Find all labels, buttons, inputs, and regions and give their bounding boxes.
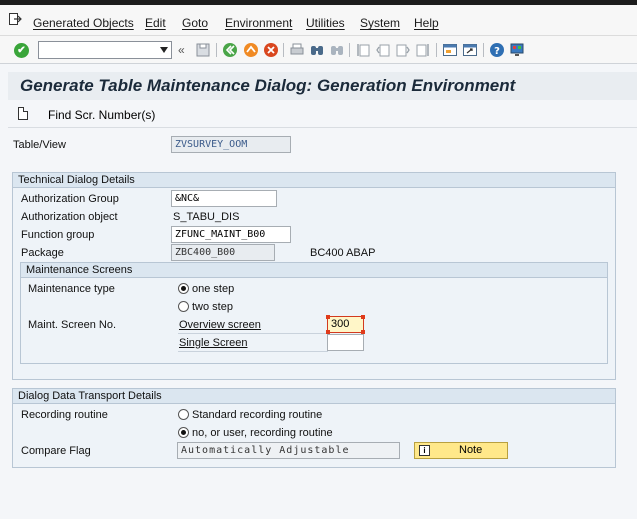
single-screen-field[interactable]: [327, 334, 364, 351]
menu-environment[interactable]: Environment: [225, 16, 292, 30]
table-view-label: Table/View: [13, 139, 66, 151]
table-view-field[interactable]: ZVSURVEY_OOM: [171, 136, 291, 153]
maint-screen-no-label: Maint. Screen No.: [28, 319, 117, 331]
authorization-group-field[interactable]: &NC&: [171, 190, 277, 207]
row-divider: [178, 333, 328, 334]
group-title: Dialog Data Transport Details: [18, 390, 162, 402]
menu-help[interactable]: Help: [414, 16, 439, 30]
find-icon[interactable]: [309, 42, 325, 58]
group-header: Dialog Data Transport Details: [13, 389, 615, 404]
overview-screen-field[interactable]: 300: [326, 315, 365, 334]
new-session-icon[interactable]: [442, 42, 458, 58]
command-field[interactable]: [38, 41, 172, 59]
package-description: BC400 ABAP: [310, 247, 376, 259]
document-icon[interactable]: [18, 107, 28, 120]
page-title: Generate Table Maintenance Dialog: Gener…: [20, 76, 516, 95]
two-step-label[interactable]: two step: [192, 301, 233, 313]
no-user-recording-label[interactable]: no, or user, recording routine: [192, 427, 333, 439]
row-divider: [178, 351, 328, 352]
maintenance-screens-group: Maintenance Screens: [20, 262, 608, 364]
single-screen-link[interactable]: Single Screen: [179, 337, 248, 349]
menu-generated-objects[interactable]: Generated Objects: [33, 16, 134, 30]
group-header: Maintenance Screens: [21, 263, 607, 278]
separator: [349, 43, 350, 57]
compare-flag-field[interactable]: Automatically Adjustable: [177, 442, 400, 459]
last-page-icon[interactable]: [415, 42, 431, 58]
focus-corner: [361, 315, 365, 319]
group-header: Technical Dialog Details: [13, 173, 615, 188]
menu-utilities[interactable]: Utilities: [306, 16, 345, 30]
menu-goto[interactable]: Goto: [182, 16, 208, 30]
menu-edit[interactable]: Edit: [145, 16, 166, 30]
function-group-label: Function group: [21, 229, 95, 241]
function-group-field[interactable]: ZFUNC_MAINT_B00: [171, 226, 291, 243]
exit-up-icon[interactable]: [243, 42, 259, 58]
overview-screen-value: 300: [331, 318, 350, 330]
application-toolbar: Find Scr. Number(s): [8, 100, 637, 128]
focus-corner: [326, 315, 330, 319]
back-icon[interactable]: [222, 42, 238, 58]
shortcut-icon[interactable]: [462, 42, 478, 58]
one-step-radio[interactable]: [178, 283, 189, 294]
svg-text:?: ?: [494, 46, 500, 57]
note-label: Note: [459, 444, 483, 456]
save-icon[interactable]: [195, 42, 211, 58]
title-bar: Generate Table Maintenance Dialog: Gener…: [8, 72, 637, 100]
package-label: Package: [21, 247, 64, 259]
authorization-object-value: S_TABU_DIS: [173, 211, 240, 223]
next-page-icon[interactable]: [395, 42, 411, 58]
package-field[interactable]: ZBC400_B00: [171, 244, 275, 261]
group-title: Maintenance Screens: [26, 264, 133, 276]
compare-flag-label: Compare Flag: [21, 445, 91, 457]
cancel-icon[interactable]: [263, 42, 279, 58]
menu-system[interactable]: System: [360, 16, 400, 30]
help-icon[interactable]: ?: [489, 42, 505, 58]
enter-check-icon[interactable]: ✔: [14, 43, 29, 58]
find-screen-numbers-button[interactable]: Find Scr. Number(s): [48, 108, 155, 122]
maintenance-type-label: Maintenance type: [28, 283, 115, 295]
separator: [283, 43, 284, 57]
authorization-object-label: Authorization object: [21, 211, 118, 223]
info-icon: i: [419, 445, 430, 456]
previous-page-icon[interactable]: [375, 42, 391, 58]
first-page-icon[interactable]: [355, 42, 371, 58]
menu-bar: Generated Objects Edit Goto Environment …: [0, 5, 637, 36]
exit-icon[interactable]: [9, 13, 22, 25]
group-title: Technical Dialog Details: [18, 174, 135, 186]
no-user-recording-radio[interactable]: [178, 427, 189, 438]
authorization-group-label: Authorization Group: [21, 193, 119, 205]
separator: [216, 43, 217, 57]
separator: [483, 43, 484, 57]
standard-recording-radio[interactable]: [178, 409, 189, 420]
two-step-radio[interactable]: [178, 301, 189, 312]
print-icon[interactable]: [289, 42, 305, 58]
one-step-label[interactable]: one step: [192, 283, 234, 295]
customize-layout-icon[interactable]: [509, 42, 525, 58]
recording-routine-label: Recording routine: [21, 409, 108, 421]
find-next-icon[interactable]: [329, 42, 345, 58]
standard-recording-label[interactable]: Standard recording routine: [192, 409, 322, 421]
collapse-icon[interactable]: «: [178, 43, 185, 57]
standard-toolbar: ✔ « ?: [0, 36, 637, 64]
chevron-down-icon[interactable]: [160, 47, 168, 53]
note-button[interactable]: i Note: [414, 442, 508, 459]
separator: [436, 43, 437, 57]
overview-screen-link[interactable]: Overview screen: [179, 319, 261, 331]
